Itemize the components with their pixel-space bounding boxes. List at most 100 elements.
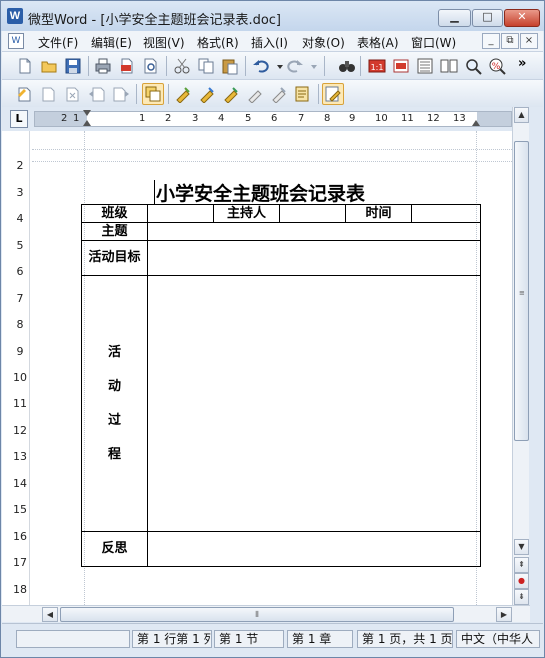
- object-next-icon[interactable]: [112, 85, 130, 103]
- percent-icon[interactable]: %: [488, 57, 506, 75]
- insert-object-icon[interactable]: [16, 85, 34, 103]
- stamp-3-icon[interactable]: [222, 85, 240, 104]
- time-label-cell[interactable]: 时间: [345, 204, 412, 223]
- browse-object-icon[interactable]: ●: [514, 573, 529, 589]
- ruler-number: 10: [13, 371, 27, 384]
- class-value-cell[interactable]: [147, 204, 214, 223]
- close-button[interactable]: ✕: [504, 9, 540, 27]
- stamp-2-icon[interactable]: [198, 85, 216, 104]
- document-title[interactable]: 小学安全主题班会记录表: [156, 179, 365, 206]
- menu-edit[interactable]: 编辑(E): [91, 34, 132, 51]
- print-preview-icon[interactable]: [142, 57, 160, 75]
- goal-value-cell[interactable]: [147, 240, 481, 276]
- menu-window[interactable]: 窗口(W): [411, 34, 456, 51]
- find-binoculars-icon[interactable]: [338, 57, 356, 75]
- stamp-5-icon[interactable]: [270, 85, 288, 104]
- doc-close-button[interactable]: ×: [520, 33, 538, 49]
- zoom-icon[interactable]: [464, 57, 482, 75]
- word-app-icon[interactable]: W: [7, 8, 23, 24]
- stamp-4-icon[interactable]: [246, 85, 264, 104]
- vertical-scroll-thumb[interactable]: ≡: [514, 141, 529, 441]
- paste-icon[interactable]: [221, 57, 239, 75]
- menu-insert[interactable]: 插入(I): [251, 34, 288, 51]
- scroll-up-icon[interactable]: ▲: [514, 107, 529, 123]
- stamp-1-icon[interactable]: [174, 85, 192, 104]
- scroll-right-icon[interactable]: ▶: [496, 607, 512, 622]
- notes-icon[interactable]: [294, 85, 312, 103]
- menu-file[interactable]: 文件(F): [38, 34, 78, 51]
- maximize-button[interactable]: □: [472, 9, 503, 27]
- previous-page-icon[interactable]: ⇞: [514, 557, 529, 573]
- object-prev-icon[interactable]: [88, 85, 106, 103]
- undo-icon[interactable]: [252, 57, 270, 75]
- horizontal-ruler[interactable]: 2 1 1 2 3 4 5 6 7 8 9 10 11 12 13 14: [34, 110, 512, 127]
- two-page-icon[interactable]: [440, 57, 458, 75]
- vertical-ruler[interactable]: 2 3 4 5 6 7 8 9 10 11 12 13 14 15 16 17 …: [10, 131, 30, 605]
- next-page-icon[interactable]: ⇟: [514, 589, 529, 605]
- status-bar: 第 1 行第 1 列 第 1 节 第 1 章 第 1 页，共 1 页 中文（中华…: [2, 623, 543, 657]
- edit-object-icon[interactable]: [40, 85, 58, 103]
- pdf-export-icon[interactable]: [118, 57, 136, 75]
- delete-object-icon[interactable]: [64, 85, 82, 103]
- ruler-number: 5: [16, 239, 24, 252]
- frame-select-icon[interactable]: [142, 83, 164, 105]
- cut-icon[interactable]: [173, 57, 191, 75]
- process-char: 程: [107, 446, 121, 462]
- host-label-cell[interactable]: 主持人: [213, 204, 280, 223]
- print-icon[interactable]: [94, 57, 112, 75]
- first-line-indent-marker[interactable]: [83, 110, 91, 116]
- menu-view[interactable]: 视图(V): [143, 34, 185, 51]
- copy-icon[interactable]: [197, 57, 215, 75]
- menu-table[interactable]: 表格(A): [357, 34, 399, 51]
- record-table[interactable]: 班级 主持人 时间 主题 活动目标 活 动 过 程 反思: [81, 204, 481, 567]
- new-document-icon[interactable]: [16, 57, 34, 75]
- ruler-number: 3: [192, 113, 199, 124]
- menu-format[interactable]: 格式(R): [197, 34, 239, 51]
- left-indent-marker[interactable]: [83, 120, 91, 126]
- undo-dropdown-icon[interactable]: [271, 57, 283, 75]
- save-icon[interactable]: [64, 57, 82, 75]
- table-row: 活 动 过 程: [81, 275, 481, 532]
- document-area[interactable]: 2 3 4 5 6 7 8 9 10 11 12 13 14 15 16 17 …: [2, 131, 512, 605]
- reflection-label-cell[interactable]: 反思: [81, 531, 148, 567]
- reflection-value-cell[interactable]: [147, 531, 481, 567]
- page-width-icon[interactable]: [416, 57, 434, 75]
- open-folder-icon[interactable]: [40, 57, 58, 75]
- ruler-number: 2: [16, 159, 24, 172]
- tab-stop-selector[interactable]: L: [10, 110, 28, 128]
- menu-object[interactable]: 对象(O): [302, 34, 345, 51]
- right-indent-marker[interactable]: [472, 120, 480, 126]
- zoom-11-icon[interactable]: 1:1: [368, 57, 386, 75]
- process-char: 活: [107, 344, 121, 360]
- process-value-cell[interactable]: [147, 275, 481, 532]
- object-toolbar: [2, 79, 543, 107]
- vertical-scrollbar[interactable]: ▲ ≡ ▼ ⇞ ● ⇟: [512, 107, 529, 605]
- horizontal-scrollbar[interactable]: ◀ ⦀ ▶: [2, 605, 530, 622]
- time-value-cell[interactable]: [411, 204, 481, 223]
- toolbar-overflow-icon[interactable]: »: [518, 56, 526, 71]
- text-caret: [154, 180, 155, 204]
- process-label-cell[interactable]: 活 动 过 程: [81, 275, 148, 532]
- host-value-cell[interactable]: [279, 204, 346, 223]
- class-label-cell[interactable]: 班级: [81, 204, 148, 223]
- horizontal-scroll-thumb[interactable]: ⦀: [60, 607, 454, 622]
- scroll-down-icon[interactable]: ▼: [514, 539, 529, 555]
- doc-minimize-button[interactable]: _: [482, 33, 500, 49]
- sign-icon[interactable]: [322, 83, 344, 105]
- toolbar-separator: [88, 56, 89, 76]
- theme-label-cell[interactable]: 主题: [81, 222, 148, 241]
- toolbar-separator: [166, 56, 167, 76]
- theme-value-cell[interactable]: [147, 222, 481, 241]
- toolbar-separator: [245, 56, 246, 76]
- ruler-right-margin: [477, 112, 511, 126]
- minimize-button[interactable]: ▁: [438, 9, 471, 27]
- redo-icon[interactable]: [286, 57, 304, 75]
- doc-restore-button[interactable]: ⧉: [501, 33, 519, 49]
- document-menu-icon[interactable]: W: [8, 33, 24, 49]
- scroll-left-icon[interactable]: ◀: [42, 607, 58, 622]
- redo-dropdown-icon[interactable]: [305, 57, 317, 75]
- page-view-icon[interactable]: [392, 57, 410, 75]
- document-page[interactable]: 小学安全主题班会记录表 班级 主持人 时间 主题 活动目标 活 动 过 程 反思: [32, 131, 512, 605]
- svg-text:%: %: [492, 62, 501, 72]
- goal-label-cell[interactable]: 活动目标: [81, 240, 148, 276]
